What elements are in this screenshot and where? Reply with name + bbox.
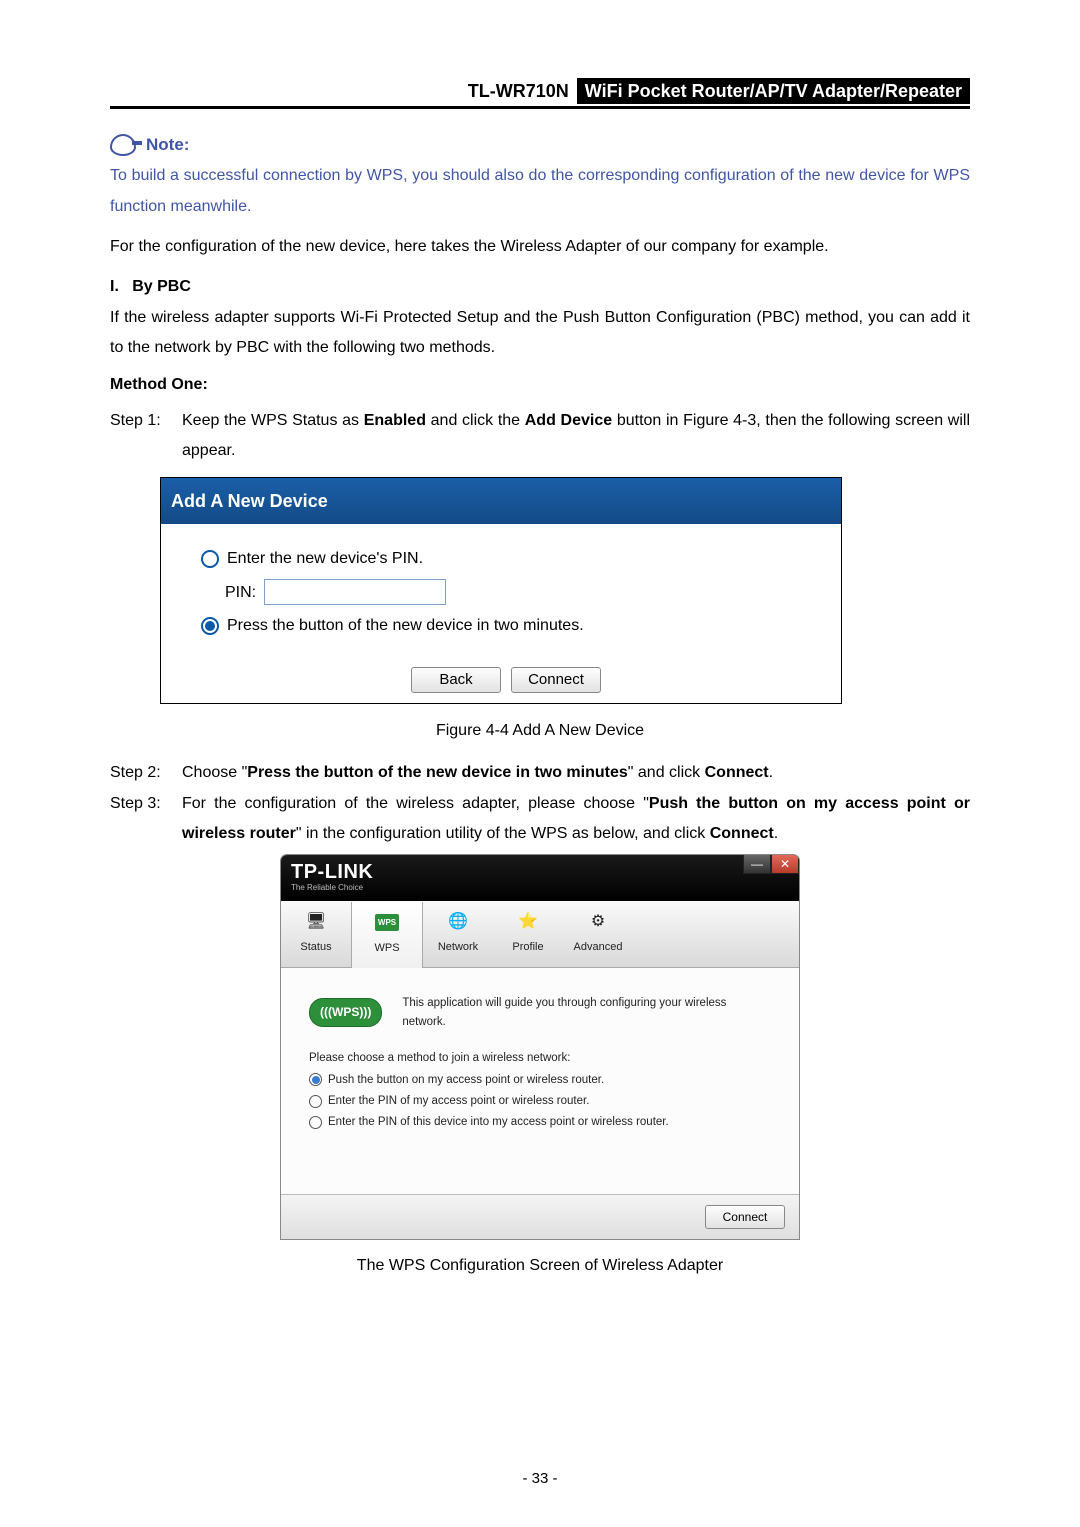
step3-label: Step 3:	[110, 789, 174, 850]
network-icon: 🌐	[447, 911, 469, 933]
step3-body: For the configuration of the wireless ad…	[182, 789, 970, 850]
tab-bar: 🖥 Status WPS WPS 🌐 Network ⭐ Profile ⚙	[281, 901, 799, 968]
header-subtitle: WiFi Pocket Router/AP/TV Adapter/Repeate…	[577, 78, 970, 104]
connect-button[interactable]: Connect	[511, 667, 601, 693]
step1-body: Keep the WPS Status as Enabled and click…	[182, 406, 970, 467]
page-number: - 33 -	[0, 1470, 1080, 1487]
step2-body: Choose "Press the button of the new devi…	[182, 758, 970, 788]
tplink-title-bar: TP-LINK The Reliable Choice — ✕	[281, 855, 799, 901]
radio-unchecked-icon	[309, 1116, 322, 1129]
status-icon: 🖥	[305, 911, 327, 933]
radio-unchecked-icon	[201, 550, 219, 568]
tab-status[interactable]: 🖥 Status	[281, 901, 351, 967]
tab-advanced[interactable]: ⚙ Advanced	[563, 901, 633, 967]
wps-opt3-label: Enter the PIN of this device into my acc…	[328, 1113, 669, 1131]
tplink-logo: TP-LINK	[291, 862, 373, 882]
page-header: TL-WR710N WiFi Pocket Router/AP/TV Adapt…	[110, 78, 970, 104]
pin-label: PIN:	[225, 576, 256, 610]
wps-choose-label: Please choose a method to join a wireles…	[309, 1049, 771, 1067]
option-press-button-label: Press the button of the new device in tw…	[227, 609, 584, 643]
wps-screenshot-caption: The WPS Configuration Screen of Wireless…	[110, 1251, 970, 1281]
pbc-paragraph: If the wireless adapter supports Wi-Fi P…	[110, 303, 970, 364]
tplink-connect-button[interactable]: Connect	[705, 1205, 785, 1229]
section-num: I.	[110, 278, 119, 295]
wps-opt-push-button[interactable]: Push the button on my access point or wi…	[309, 1071, 771, 1089]
config-paragraph: For the configuration of the new device,…	[110, 232, 970, 262]
wps-opt-enter-pin-ap[interactable]: Enter the PIN of my access point or wire…	[309, 1092, 771, 1110]
minimize-icon[interactable]: —	[743, 855, 771, 874]
section-title: By PBC	[132, 278, 191, 295]
option-press-button[interactable]: Press the button of the new device in tw…	[201, 609, 811, 643]
step1-label: Step 1:	[110, 406, 174, 467]
close-icon[interactable]: ✕	[771, 855, 799, 874]
step2-label: Step 2:	[110, 758, 174, 788]
header-divider	[110, 106, 970, 109]
wps-intro-text: This application will guide you through …	[402, 994, 771, 1031]
fig44-caption: Figure 4-4 Add A New Device	[110, 716, 970, 746]
profile-icon: ⭐	[517, 911, 539, 933]
wps-opt2-label: Enter the PIN of my access point or wire…	[328, 1092, 589, 1110]
tab-network[interactable]: 🌐 Network	[423, 901, 493, 967]
wps-tab-icon: WPS	[376, 912, 398, 934]
tab-wps[interactable]: WPS WPS	[351, 902, 423, 968]
header-model: TL-WR710N	[110, 78, 577, 104]
pin-input[interactable]	[264, 579, 446, 605]
method-one-title: Method One:	[110, 370, 970, 400]
tplink-tagline: The Reliable Choice	[291, 880, 373, 895]
tplink-window: TP-LINK The Reliable Choice — ✕ 🖥 Status…	[281, 855, 799, 1239]
tab-profile[interactable]: ⭐ Profile	[493, 901, 563, 967]
radio-checked-icon	[201, 617, 219, 635]
back-button[interactable]: Back	[411, 667, 501, 693]
option-enter-pin-label: Enter the new device's PIN.	[227, 542, 423, 576]
note-label: Note:	[146, 129, 189, 161]
wps-opt1-label: Push the button on my access point or wi…	[328, 1071, 604, 1089]
advanced-icon: ⚙	[587, 911, 609, 933]
note-body: To build a successful connection by WPS,…	[110, 161, 970, 222]
note-hand-icon	[110, 134, 136, 156]
radio-unchecked-icon	[309, 1095, 322, 1108]
option-enter-pin[interactable]: Enter the new device's PIN.	[201, 542, 811, 576]
wps-opt-enter-pin-device[interactable]: Enter the PIN of this device into my acc…	[309, 1113, 771, 1131]
fig44-title: Add A New Device	[161, 478, 841, 524]
radio-checked-icon	[309, 1073, 322, 1086]
wps-pill-icon: (((WPS)))	[309, 998, 382, 1027]
figure-4-4-panel: Add A New Device Enter the new device's …	[160, 477, 842, 704]
